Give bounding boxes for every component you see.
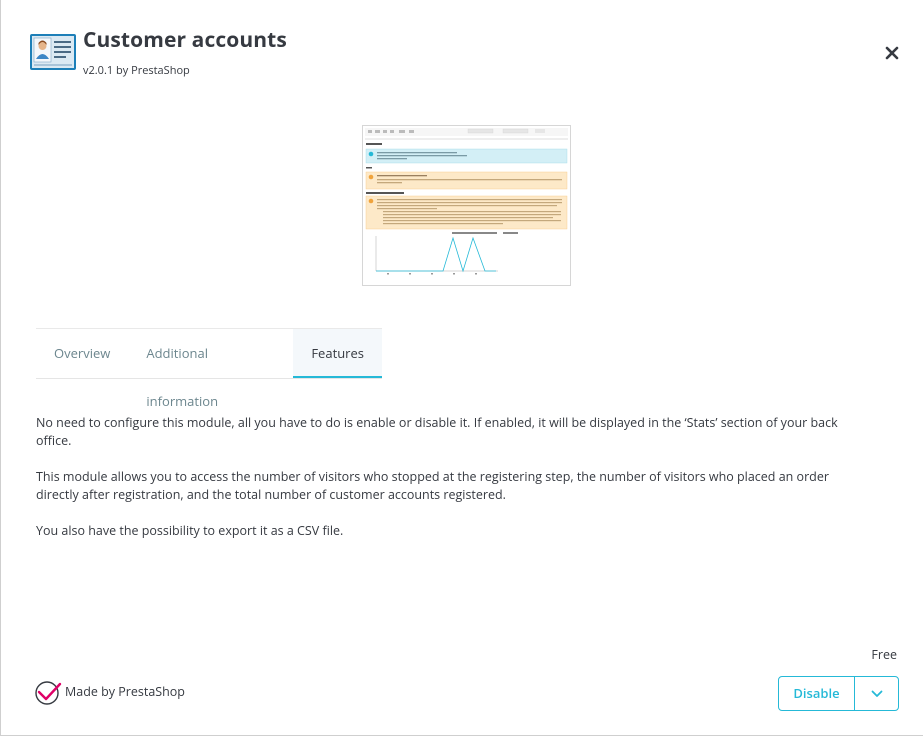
module-title-block: Customer accounts v2.0.1 by PrestaShop	[83, 26, 287, 78]
tab-additional-information[interactable]: Additional information	[128, 329, 293, 410]
module-price: Free	[871, 646, 897, 663]
module-header: Customer accounts v2.0.1 by PrestaShop	[29, 26, 287, 78]
prestashop-check-icon	[35, 681, 62, 705]
module-screenshot-image	[363, 126, 570, 285]
disable-button[interactable]: Disable	[779, 677, 855, 710]
module-tabs: Overview Additional information Features	[36, 328, 382, 410]
features-paragraph: No need to configure this module, all yo…	[36, 414, 838, 449]
module-title: Customer accounts	[83, 26, 287, 54]
tab-overview[interactable]: Overview	[36, 329, 128, 377]
module-screenshot[interactable]	[362, 125, 571, 286]
tab-features[interactable]: Features	[293, 329, 382, 378]
features-content: No need to configure this module, all yo…	[36, 414, 858, 558]
made-by-label: Made by PrestaShop	[65, 682, 185, 700]
chevron-down-icon	[871, 690, 882, 697]
more-actions-toggle[interactable]	[855, 677, 898, 710]
close-icon	[885, 46, 899, 60]
features-paragraph: This module allows you to access the num…	[36, 468, 829, 503]
made-by-badge: Made by PrestaShop	[34, 680, 185, 706]
customer-accounts-icon	[30, 34, 76, 70]
close-button[interactable]	[883, 44, 901, 62]
module-action-group: Disable	[778, 676, 899, 711]
module-details-modal: Customer accounts v2.0.1 by PrestaShop O…	[0, 0, 923, 736]
module-version: v2.0.1 by PrestaShop	[83, 63, 190, 78]
features-paragraph: You also have the possibility to export …	[36, 522, 344, 539]
